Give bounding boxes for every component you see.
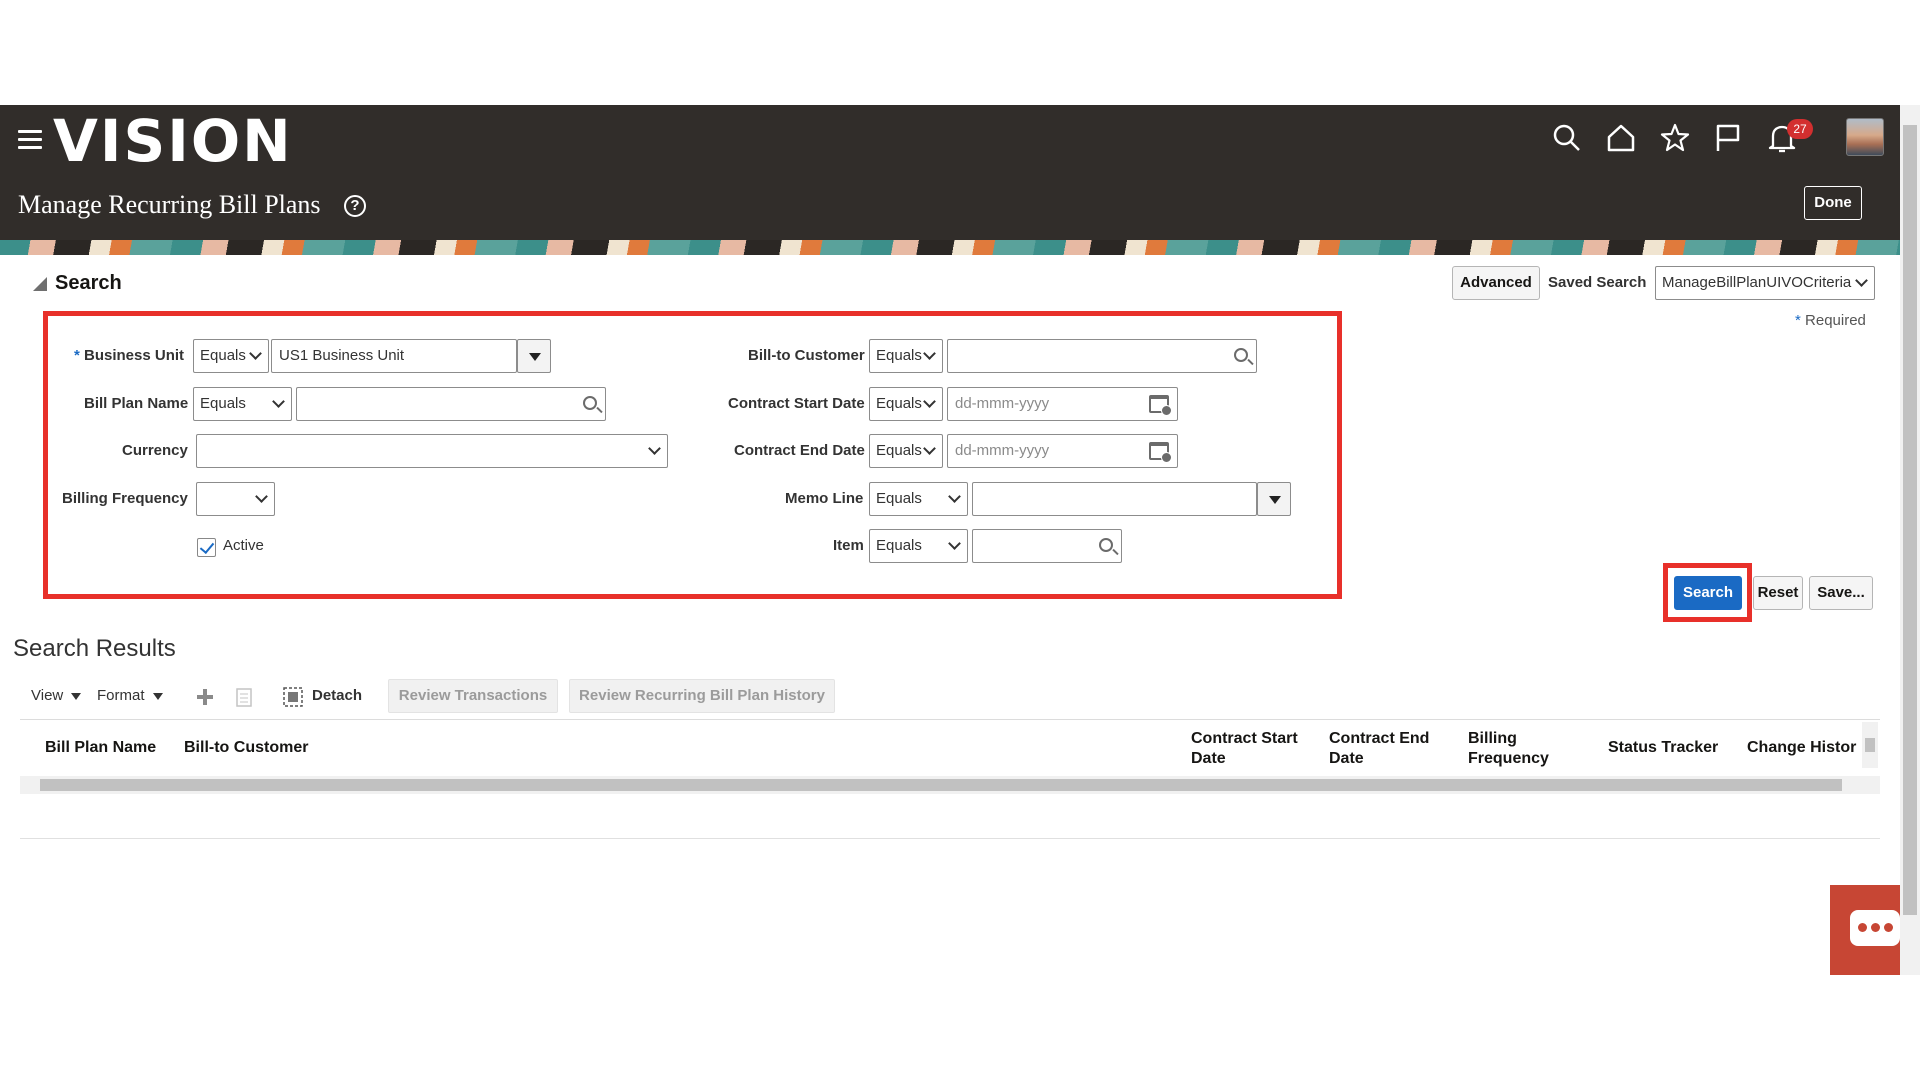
- saved-search-select[interactable]: ManageBillPlanUIVOCriteria: [1655, 266, 1875, 300]
- global-header: VISION 27 Manage Recurring Bill Plans ? …: [0, 105, 1900, 255]
- table-bottom-divider: [20, 838, 1880, 839]
- add-icon[interactable]: [196, 688, 214, 706]
- detach-button[interactable]: Detach: [312, 687, 362, 704]
- memo-line-input[interactable]: [972, 482, 1257, 516]
- detach-icon[interactable]: [283, 687, 303, 707]
- column-bill-plan-name[interactable]: Bill Plan Name: [45, 738, 156, 758]
- column-change-history[interactable]: Change Histor: [1747, 738, 1856, 758]
- memo-line-label: Memo Line: [785, 490, 864, 507]
- notification-count-badge: 27: [1787, 119, 1813, 139]
- search-section-title: Search: [55, 272, 122, 294]
- required-label: Required: [1805, 312, 1866, 329]
- active-checkbox[interactable]: [197, 538, 216, 557]
- page-title: Manage Recurring Bill Plans: [18, 190, 321, 219]
- table-horizontal-scrollbar[interactable]: [20, 776, 1880, 794]
- currency-select[interactable]: [196, 434, 668, 468]
- menu-icon[interactable]: [18, 130, 42, 150]
- business-unit-dropdown-button[interactable]: [517, 339, 551, 373]
- home-icon[interactable]: [1604, 121, 1638, 155]
- advanced-button[interactable]: Advanced: [1452, 266, 1540, 300]
- column-billing-frequency[interactable]: Billing Frequency: [1468, 729, 1549, 769]
- column-status-tracker[interactable]: Status Tracker: [1608, 738, 1718, 758]
- contract-start-date-input[interactable]: dd-mmm-yyyy: [947, 387, 1178, 421]
- saved-search-value: ManageBillPlanUIVOCriteria: [1662, 274, 1852, 291]
- help-icon[interactable]: ?: [344, 195, 366, 217]
- bill-plan-name-operator[interactable]: Equals: [193, 387, 292, 421]
- contract-end-date-label: Contract End Date: [734, 442, 865, 459]
- done-button[interactable]: Done: [1804, 186, 1862, 220]
- active-label: Active: [223, 537, 264, 554]
- saved-search-label: Saved Search: [1548, 274, 1647, 291]
- business-unit-operator[interactable]: Equals: [193, 339, 269, 373]
- search-icon[interactable]: [583, 396, 597, 410]
- billing-frequency-select[interactable]: [196, 482, 275, 516]
- search-button[interactable]: Search: [1674, 576, 1742, 610]
- billing-frequency-label: Billing Frequency: [62, 490, 188, 507]
- flag-icon[interactable]: [1711, 121, 1745, 155]
- calendar-icon[interactable]: [1149, 442, 1172, 463]
- required-note: * Required: [1795, 312, 1866, 329]
- reset-button[interactable]: Reset: [1753, 576, 1803, 610]
- save-button[interactable]: Save...: [1809, 576, 1873, 610]
- user-avatar[interactable]: [1846, 118, 1884, 156]
- page-scrollbar[interactable]: [1900, 105, 1920, 975]
- bill-to-customer-operator[interactable]: Equals: [869, 339, 943, 373]
- edit-icon: [236, 688, 252, 707]
- contract-end-date-operator[interactable]: Equals: [869, 434, 943, 468]
- review-transactions-button[interactable]: Review Transactions: [388, 679, 558, 713]
- chat-icon: [1850, 910, 1900, 946]
- search-icon[interactable]: [1234, 348, 1248, 362]
- currency-label: Currency: [122, 442, 188, 459]
- chat-button[interactable]: [1830, 885, 1900, 975]
- format-menu[interactable]: Format: [97, 687, 163, 704]
- contract-start-date-label: Contract Start Date: [728, 395, 865, 412]
- table-vertical-scrollbar[interactable]: [1862, 722, 1878, 768]
- item-input[interactable]: [972, 529, 1122, 563]
- item-operator[interactable]: Equals: [869, 529, 968, 563]
- divider: [20, 719, 1880, 720]
- search-icon[interactable]: [1550, 121, 1584, 155]
- column-contract-end-date[interactable]: Contract End Date: [1329, 729, 1429, 769]
- item-label: Item: [833, 537, 864, 554]
- contract-end-date-input[interactable]: dd-mmm-yyyy: [947, 434, 1178, 468]
- view-menu[interactable]: View: [31, 687, 82, 704]
- search-results-title: Search Results: [13, 635, 176, 662]
- contract-start-date-operator[interactable]: Equals: [869, 387, 943, 421]
- memo-line-operator[interactable]: Equals: [869, 482, 968, 516]
- bill-to-customer-label: Bill-to Customer: [748, 347, 865, 364]
- review-history-button[interactable]: Review Recurring Bill Plan History: [569, 679, 835, 713]
- business-unit-label: * Business Unit: [74, 347, 185, 364]
- calendar-icon[interactable]: [1149, 395, 1172, 416]
- search-icon[interactable]: [1099, 538, 1113, 552]
- column-contract-start-date[interactable]: Contract Start Date: [1191, 729, 1298, 769]
- collapse-icon[interactable]: [33, 277, 47, 291]
- vision-logo: VISION: [53, 107, 293, 175]
- memo-line-dropdown-button[interactable]: [1257, 482, 1291, 516]
- bill-to-customer-input[interactable]: [947, 339, 1257, 373]
- business-unit-input[interactable]: US1 Business Unit: [271, 339, 517, 373]
- bill-plan-name-label: Bill Plan Name: [84, 395, 189, 412]
- column-bill-to-customer[interactable]: Bill-to Customer: [184, 738, 308, 758]
- bill-plan-name-input[interactable]: [296, 387, 606, 421]
- favorites-star-icon[interactable]: [1658, 121, 1692, 155]
- decorative-banner: [0, 240, 1900, 255]
